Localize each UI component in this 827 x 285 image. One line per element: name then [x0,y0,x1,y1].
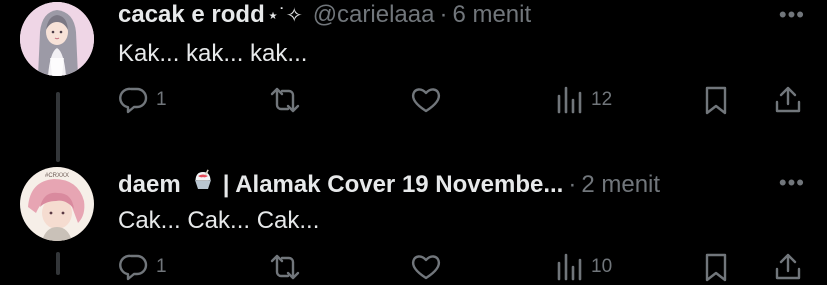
reply-count: 1 [156,89,167,110]
tweet-text: Cak... Cak... Cak... [118,207,320,234]
display-name-decoration: ⋆˙✧ [266,5,303,27]
views-button[interactable]: 10 [555,251,612,283]
tweet-text: Kak... kak... kak... [118,40,308,67]
timestamp[interactable]: 2 menit [581,170,660,200]
display-name[interactable]: daem [118,170,181,200]
retweet-button[interactable] [268,84,308,116]
like-button[interactable] [409,251,449,283]
bookmark-button[interactable] [702,84,730,116]
views-button[interactable]: 12 [555,84,612,116]
display-name-suffix[interactable]: | Alamak Cover 19 Novembe... [223,170,564,200]
bookmark-icon [705,86,727,115]
retweet-icon [270,254,300,280]
views-icon [557,253,582,281]
reply-icon [119,254,148,281]
bookmark-icon [705,253,727,282]
views-icon [557,86,582,114]
share-icon [775,86,801,113]
avatar[interactable]: #CRXXX [20,167,94,241]
like-button[interactable] [409,84,449,116]
avatar-image-anime-girl [20,2,94,76]
tweet-header: cacak e rodd ⋆˙✧ @carielaaa · 6 menit [118,0,531,31]
separator-dot: · [568,171,577,198]
avatar[interactable] [20,2,94,76]
share-button[interactable] [772,84,804,116]
timestamp[interactable]: 6 menit [452,0,531,30]
tweet-1[interactable]: cacak e rodd ⋆˙✧ @carielaaa · 6 menit ••… [0,0,827,160]
views-count: 12 [591,89,613,110]
separator-dot: · [439,1,448,28]
tweet-header: daem | Alamak Cover 19 Novembe... · 2 me… [118,168,660,200]
share-button[interactable] [772,251,804,283]
like-icon [411,255,441,280]
more-options-icon[interactable]: ••• [779,170,805,196]
bookmark-button[interactable] [702,251,730,283]
tweet-2[interactable]: #CRXXX daem | Alamak Cover 19 Novembe...… [0,165,827,282]
action-bar: 1 10 [0,251,827,285]
share-icon [775,253,801,280]
more-options-icon[interactable]: ••• [779,2,805,28]
reply-button[interactable]: 1 [118,251,167,283]
display-name[interactable]: cacak e rodd [118,0,265,30]
retweet-icon [270,87,300,113]
reply-button[interactable]: 1 [118,84,167,116]
shaved-ice-emoji [194,169,211,189]
avatar-image-anime-boy: #CRXXX [20,167,94,241]
retweet-button[interactable] [268,251,308,283]
avatar-caption: #CRXXX [45,173,69,179]
action-bar: 1 12 [0,84,827,118]
reply-icon [119,87,148,114]
user-handle[interactable]: @carielaaa [313,0,435,30]
like-icon [411,88,441,113]
